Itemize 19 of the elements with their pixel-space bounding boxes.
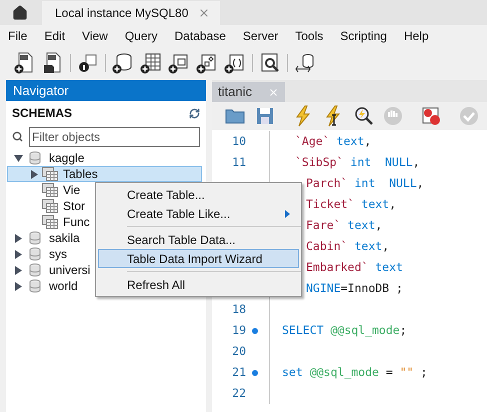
line-number: 19: [231, 322, 246, 339]
navigator-header: Navigator: [6, 80, 206, 101]
line-number: 22: [231, 384, 246, 402]
line-number: 18: [231, 300, 246, 318]
line-number: 11: [231, 154, 246, 171]
code-line: Ticket` text,: [306, 196, 396, 213]
code-line: `SibSp` int NULL,: [295, 154, 420, 171]
code-line: set @@sql_mode = "" ;: [282, 364, 428, 381]
code-line: Parch` int NULL,: [306, 174, 424, 192]
schemas-heading: SCHEMAS: [12, 105, 72, 122]
code-line: Embarked` text: [306, 258, 403, 276]
line-number: 20: [231, 342, 246, 360]
code-line: Cabin` text,: [306, 238, 390, 255]
line-number: 10: [231, 132, 246, 150]
code-line: `Age` text,: [295, 132, 372, 150]
code-line: SELECT @@sql_mode;: [282, 322, 407, 339]
code-line: Fare` text,: [306, 216, 382, 234]
line-number: 21: [231, 364, 246, 381]
code-line: NGINE=InnoDB ;: [306, 280, 403, 297]
